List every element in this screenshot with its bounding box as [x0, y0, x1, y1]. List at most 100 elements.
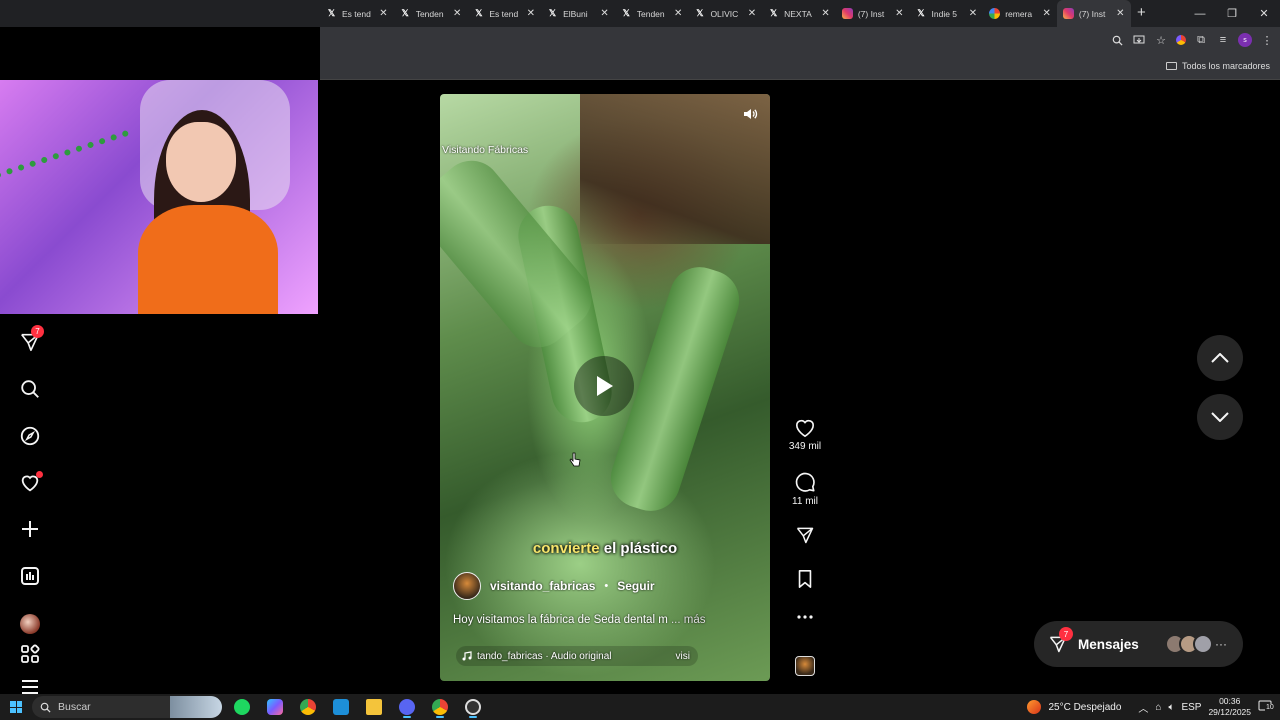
sidebar-item-explore[interactable] [18, 424, 42, 448]
browser-menu-icon[interactable]: ⋮ [1260, 33, 1274, 47]
tab[interactable]: 𝕏 Es tend ✕ [467, 0, 541, 27]
search-icon [40, 702, 51, 713]
volume-icon[interactable] [742, 106, 758, 122]
tab-title: (7) Inst [1078, 8, 1106, 19]
tab[interactable]: 𝕏 Es tend ✕ [320, 0, 394, 27]
new-tab-button[interactable]: + [1137, 4, 1146, 21]
streamer [118, 110, 298, 314]
reel-video[interactable]: Visitando Fábricas convierte el plástico… [440, 94, 770, 681]
messages-label: Mensajes [1078, 636, 1139, 652]
close-icon[interactable]: ✕ [969, 8, 977, 19]
save-action[interactable] [785, 569, 825, 589]
messages-button[interactable]: 7 Mensajes ··· [1034, 621, 1243, 667]
tab[interactable]: 𝕏 NEXTA ✕ [762, 0, 836, 27]
copilot-icon[interactable] [263, 696, 287, 718]
close-icon[interactable]: ✕ [453, 8, 461, 19]
heart-icon [795, 419, 815, 438]
share-action[interactable] [785, 525, 825, 545]
all-bookmarks-button[interactable]: Todos los marcadores [1165, 61, 1270, 71]
next-reel-button[interactable] [1197, 394, 1243, 440]
tab[interactable]: remera ✕ [983, 0, 1057, 27]
x-logo-icon: 𝕏 [622, 8, 630, 18]
messages-icon-wrap: 7 [1048, 627, 1073, 654]
folder-icon [1165, 62, 1177, 70]
sidebar-item-search[interactable] [18, 377, 42, 401]
media-controls-icon[interactable]: ≡ [1216, 33, 1230, 47]
start-button[interactable] [0, 694, 32, 720]
send-icon [796, 527, 814, 544]
language-indicator[interactable]: ESP [1181, 702, 1201, 713]
close-window-icon[interactable]: ✕ [1248, 0, 1280, 27]
extensions-puzzle-icon[interactable]: ⧉ [1194, 33, 1208, 47]
close-icon[interactable]: ✕ [600, 8, 608, 19]
close-icon[interactable]: ✕ [674, 8, 682, 19]
file-explorer-icon[interactable] [362, 696, 386, 718]
maximize-icon[interactable]: ❐ [1216, 0, 1248, 27]
obs-icon[interactable] [461, 696, 485, 718]
sidebar-item-direct[interactable]: 7 [18, 325, 44, 354]
previous-reel-button[interactable] [1197, 335, 1243, 381]
tab[interactable]: 𝕏 ElBuni ✕ [541, 0, 615, 27]
all-bookmarks-label: Todos los marcadores [1181, 61, 1270, 71]
tab[interactable]: 𝕏 OLIVIC ✕ [688, 0, 762, 27]
tab-title: Indie 5 [931, 8, 958, 19]
comment-icon [795, 472, 815, 492]
volume-icon[interactable]: 🔈︎ [1168, 702, 1174, 713]
tab-title: (7) Inst [857, 8, 885, 19]
tab[interactable]: 𝕏 Indie 5 ✕ [910, 0, 984, 27]
zoom-icon[interactable] [1110, 33, 1124, 47]
tab-title: ElBuni [563, 8, 588, 19]
close-icon[interactable]: ✕ [895, 8, 903, 19]
close-icon[interactable]: ✕ [821, 8, 829, 19]
chevron-up-icon[interactable]: ︿ [1138, 700, 1148, 715]
weather-text[interactable]: 25°C Despejado [1048, 702, 1121, 713]
close-icon[interactable]: ✕ [379, 8, 387, 19]
chevron-down-icon [1211, 412, 1229, 422]
notification-center-icon[interactable]: 10 [1258, 700, 1275, 715]
apps-grid-icon [21, 644, 40, 663]
profile-avatar[interactable]: s [1238, 33, 1252, 47]
sidebar-item-create[interactable] [18, 517, 42, 541]
comment-action[interactable]: 11 mil [785, 471, 825, 507]
audio-thumbnail[interactable] [795, 656, 815, 676]
play-button[interactable] [574, 356, 634, 416]
sidebar-item-profile[interactable] [18, 612, 42, 636]
comment-count: 11 mil [792, 496, 818, 507]
profile-avatar-icon [20, 614, 40, 634]
author-avatar[interactable] [453, 572, 481, 600]
tab-active[interactable]: (7) Inst ✕ [1056, 0, 1131, 27]
bookmark-star-icon[interactable]: ☆ [1154, 33, 1168, 47]
discord-icon[interactable] [395, 696, 419, 718]
tab[interactable]: (7) Inst ✕ [836, 0, 910, 27]
taskbar-search[interactable]: Buscar [32, 696, 222, 718]
shield-app-icon[interactable] [329, 696, 353, 718]
clock-time: 00:36 [1219, 696, 1241, 706]
close-icon[interactable]: ✕ [1042, 8, 1050, 19]
sidebar-item-dashboard[interactable] [18, 564, 42, 588]
close-icon[interactable]: ✕ [1116, 8, 1124, 19]
instagram-page: 7 Visitando Fábricas convierte el plásti… [0, 80, 1280, 694]
more-icon [797, 615, 813, 619]
more-options-action[interactable] [785, 614, 825, 620]
tab[interactable]: 𝕏 Tenden ✕ [394, 0, 468, 27]
like-action[interactable]: 349 mil [785, 418, 825, 452]
network-icon[interactable]: ⌂ [1155, 702, 1161, 713]
spotify-icon[interactable] [230, 696, 254, 718]
follow-button[interactable]: Seguir [617, 579, 654, 593]
bookmark-icon [798, 570, 812, 588]
minimize-icon[interactable]: — [1184, 0, 1216, 27]
caption-more-link[interactable]: ... más [671, 614, 706, 626]
sidebar-item-notifications[interactable] [18, 471, 43, 495]
close-icon[interactable]: ✕ [748, 8, 756, 19]
tab[interactable]: 𝕏 Tenden ✕ [615, 0, 689, 27]
close-icon[interactable]: ✕ [527, 8, 535, 19]
chrome-icon[interactable] [296, 696, 320, 718]
sidebar-item-also-from-meta[interactable] [18, 642, 42, 666]
audio-attribution[interactable]: tando_fabricas · Audio original visi [456, 646, 698, 666]
avatar [1193, 634, 1213, 654]
extension-color-icon[interactable] [1176, 35, 1186, 45]
clock[interactable]: 00:36 29/12/2025 [1208, 696, 1251, 718]
chrome-active-icon[interactable] [428, 696, 452, 718]
author-username[interactable]: visitando_fabricas [490, 579, 595, 593]
install-app-icon[interactable] [1132, 33, 1146, 47]
